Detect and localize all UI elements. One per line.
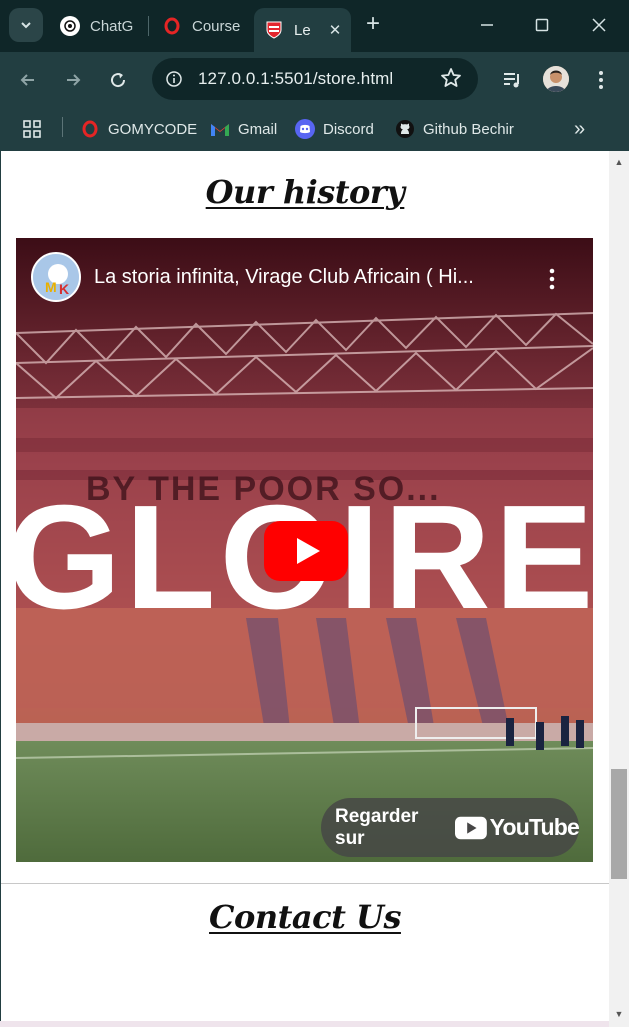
tab-label: Le bbox=[294, 21, 311, 39]
reload-button[interactable] bbox=[102, 64, 134, 96]
arrow-right-icon bbox=[67, 74, 81, 86]
playlist-icon bbox=[504, 73, 519, 88]
youtube-embed[interactable]: BY THE POOR SO... GLOIRE MK La storia in… bbox=[16, 238, 593, 862]
media-control-button[interactable] bbox=[497, 65, 527, 95]
bookmark-gomycode[interactable]: GOMYCODE bbox=[80, 117, 197, 141]
tab-separator bbox=[148, 16, 149, 36]
watch-label: Regarder sur bbox=[335, 805, 419, 849]
scroll-down-arrow-icon[interactable]: ▼ bbox=[614, 1009, 624, 1019]
bookmark-label: GOMYCODE bbox=[108, 120, 198, 138]
gomycode-icon bbox=[80, 119, 100, 139]
reload-icon bbox=[111, 73, 126, 88]
watch-on-youtube-button[interactable]: Regarder sur YouTube bbox=[321, 798, 580, 857]
page-scrollbar[interactable]: ▲ ▼ bbox=[609, 151, 629, 1027]
star-icon[interactable] bbox=[440, 67, 462, 94]
bookmark-label: Github Bechir bbox=[423, 120, 514, 138]
more-vertical-icon bbox=[549, 268, 555, 290]
minimize-button[interactable] bbox=[472, 10, 502, 40]
youtube-label: YouTube bbox=[489, 814, 580, 840]
close-icon bbox=[592, 18, 606, 32]
scrollbar-thumb[interactable] bbox=[611, 769, 627, 879]
forward-button[interactable] bbox=[57, 64, 89, 96]
discord-icon bbox=[295, 119, 315, 139]
more-bookmarks-button[interactable]: » bbox=[574, 117, 585, 141]
back-button[interactable] bbox=[12, 64, 44, 96]
browser-menu-button[interactable] bbox=[586, 65, 616, 95]
play-button[interactable] bbox=[264, 521, 348, 581]
tab-active-store[interactable]: Le ✕ bbox=[254, 8, 352, 52]
more-vertical-icon bbox=[599, 71, 603, 89]
bookmark-label: Gmail bbox=[238, 120, 278, 138]
contact-heading: Contact Us bbox=[209, 898, 401, 936]
tab-chatgpt[interactable]: ChatG bbox=[60, 8, 133, 44]
gomycode-icon bbox=[162, 16, 182, 36]
club-africain-icon bbox=[264, 20, 284, 40]
close-tab-icon[interactable]: ✕ bbox=[329, 21, 342, 39]
tab-label: Course bbox=[192, 17, 241, 35]
profile-avatar[interactable] bbox=[543, 66, 569, 92]
apps-button[interactable] bbox=[22, 117, 42, 141]
browser-window: ChatG Course Le ✕ + 127.0.0.1:5501/store… bbox=[0, 0, 629, 1027]
youtube-play-icon bbox=[264, 521, 348, 581]
channel-avatar[interactable]: MK bbox=[31, 252, 81, 302]
apps-grid-icon bbox=[23, 120, 41, 138]
youtube-logo-icon bbox=[454, 816, 487, 839]
toolbar: 127.0.0.1:5501/store.html bbox=[0, 52, 629, 108]
history-heading: Our history bbox=[205, 173, 405, 211]
scroll-up-arrow-icon[interactable]: ▲ bbox=[614, 157, 624, 167]
maximize-button[interactable] bbox=[527, 10, 557, 40]
window-bottom-edge bbox=[0, 1021, 609, 1027]
video-more-button[interactable] bbox=[549, 268, 555, 295]
svg-text:M: M bbox=[45, 279, 57, 295]
github-icon bbox=[395, 119, 415, 139]
gmail-icon bbox=[210, 119, 230, 139]
video-title[interactable]: La storia infinita, Virage Club Africain… bbox=[94, 266, 474, 289]
close-window-button[interactable] bbox=[584, 10, 614, 40]
site-info-icon[interactable] bbox=[162, 67, 186, 91]
tab-search-button[interactable] bbox=[9, 8, 43, 42]
address-text[interactable]: 127.0.0.1:5501/store.html bbox=[198, 69, 393, 89]
bookmark-gmail[interactable]: Gmail bbox=[210, 117, 277, 141]
bookmark-label: Discord bbox=[323, 120, 374, 138]
minimize-icon bbox=[481, 24, 493, 26]
maximize-icon bbox=[535, 18, 549, 32]
tab-course[interactable]: Course bbox=[162, 8, 240, 44]
section-divider bbox=[1, 883, 609, 884]
chatgpt-icon bbox=[60, 16, 80, 36]
new-tab-button[interactable]: + bbox=[360, 12, 386, 38]
bookmarks-bar: GOMYCODE Gmail Discord Github Bechir » bbox=[0, 108, 629, 150]
address-bar[interactable]: 127.0.0.1:5501/store.html bbox=[152, 58, 478, 100]
bookmark-discord[interactable]: Discord bbox=[295, 117, 374, 141]
bookmark-github[interactable]: Github Bechir bbox=[395, 117, 514, 141]
chevron-down-icon bbox=[21, 22, 31, 29]
svg-text:K: K bbox=[59, 281, 69, 297]
chevron-double-right-icon: » bbox=[574, 117, 586, 140]
tab-label: ChatG bbox=[90, 17, 134, 35]
page-viewport: Our history BY THE POOR SO... M K La sto… bbox=[1, 151, 609, 1021]
arrow-left-icon bbox=[20, 74, 34, 86]
tab-strip: ChatG Course Le ✕ + bbox=[0, 0, 629, 52]
bookmarks-separator bbox=[62, 117, 63, 137]
